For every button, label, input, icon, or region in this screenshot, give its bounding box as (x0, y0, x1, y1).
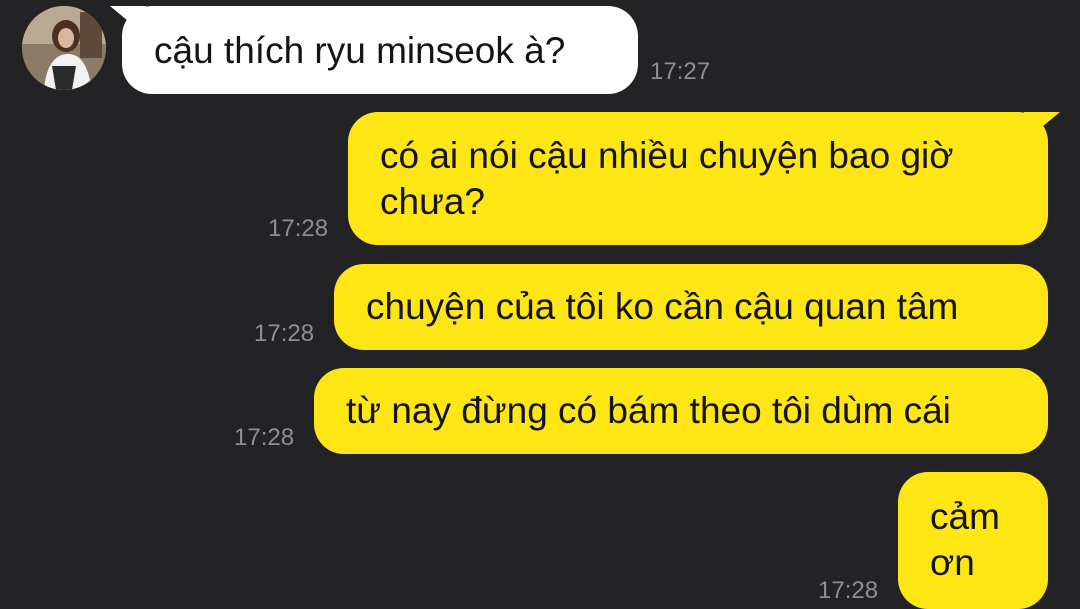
message-timestamp: 17:28 (818, 577, 879, 604)
outgoing-message-bubble[interactable]: cảm ơn (898, 472, 1048, 609)
avatar-photo-icon (22, 6, 106, 90)
message-timestamp: 17:28 (268, 215, 329, 242)
message-text: từ nay đừng có bám theo tôi dùm cái (346, 390, 951, 431)
message-timestamp: 17:28 (254, 320, 315, 347)
incoming-message-bubble[interactable]: cậu thích ryu minseok à? (122, 6, 638, 94)
message-text: cậu thích ryu minseok à? (154, 30, 566, 71)
message-text: chuyện của tôi ko cần cậu quan tâm (366, 286, 959, 327)
outgoing-message-bubble[interactable]: chuyện của tôi ko cần cậu quan tâm (334, 264, 1048, 350)
contact-avatar[interactable] (22, 6, 106, 90)
message-timestamp: 17:28 (234, 424, 295, 451)
outgoing-message-bubble[interactable]: từ nay đừng có bám theo tôi dùm cái (314, 368, 1048, 454)
message-text-line: cảm (930, 496, 1000, 537)
message-timestamp: 17:27 (650, 58, 711, 85)
chat-view: cậu thích ryu minseok à? 17:27 có ai nói… (0, 0, 1080, 609)
message-text-line: có ai nói cậu nhiều chuyện bao giờ (380, 135, 954, 176)
message-text-line: ơn (930, 542, 975, 583)
message-text-line: chưa? (380, 181, 486, 222)
outgoing-message-bubble[interactable]: có ai nói cậu nhiều chuyện bao giờ chưa? (348, 112, 1048, 245)
